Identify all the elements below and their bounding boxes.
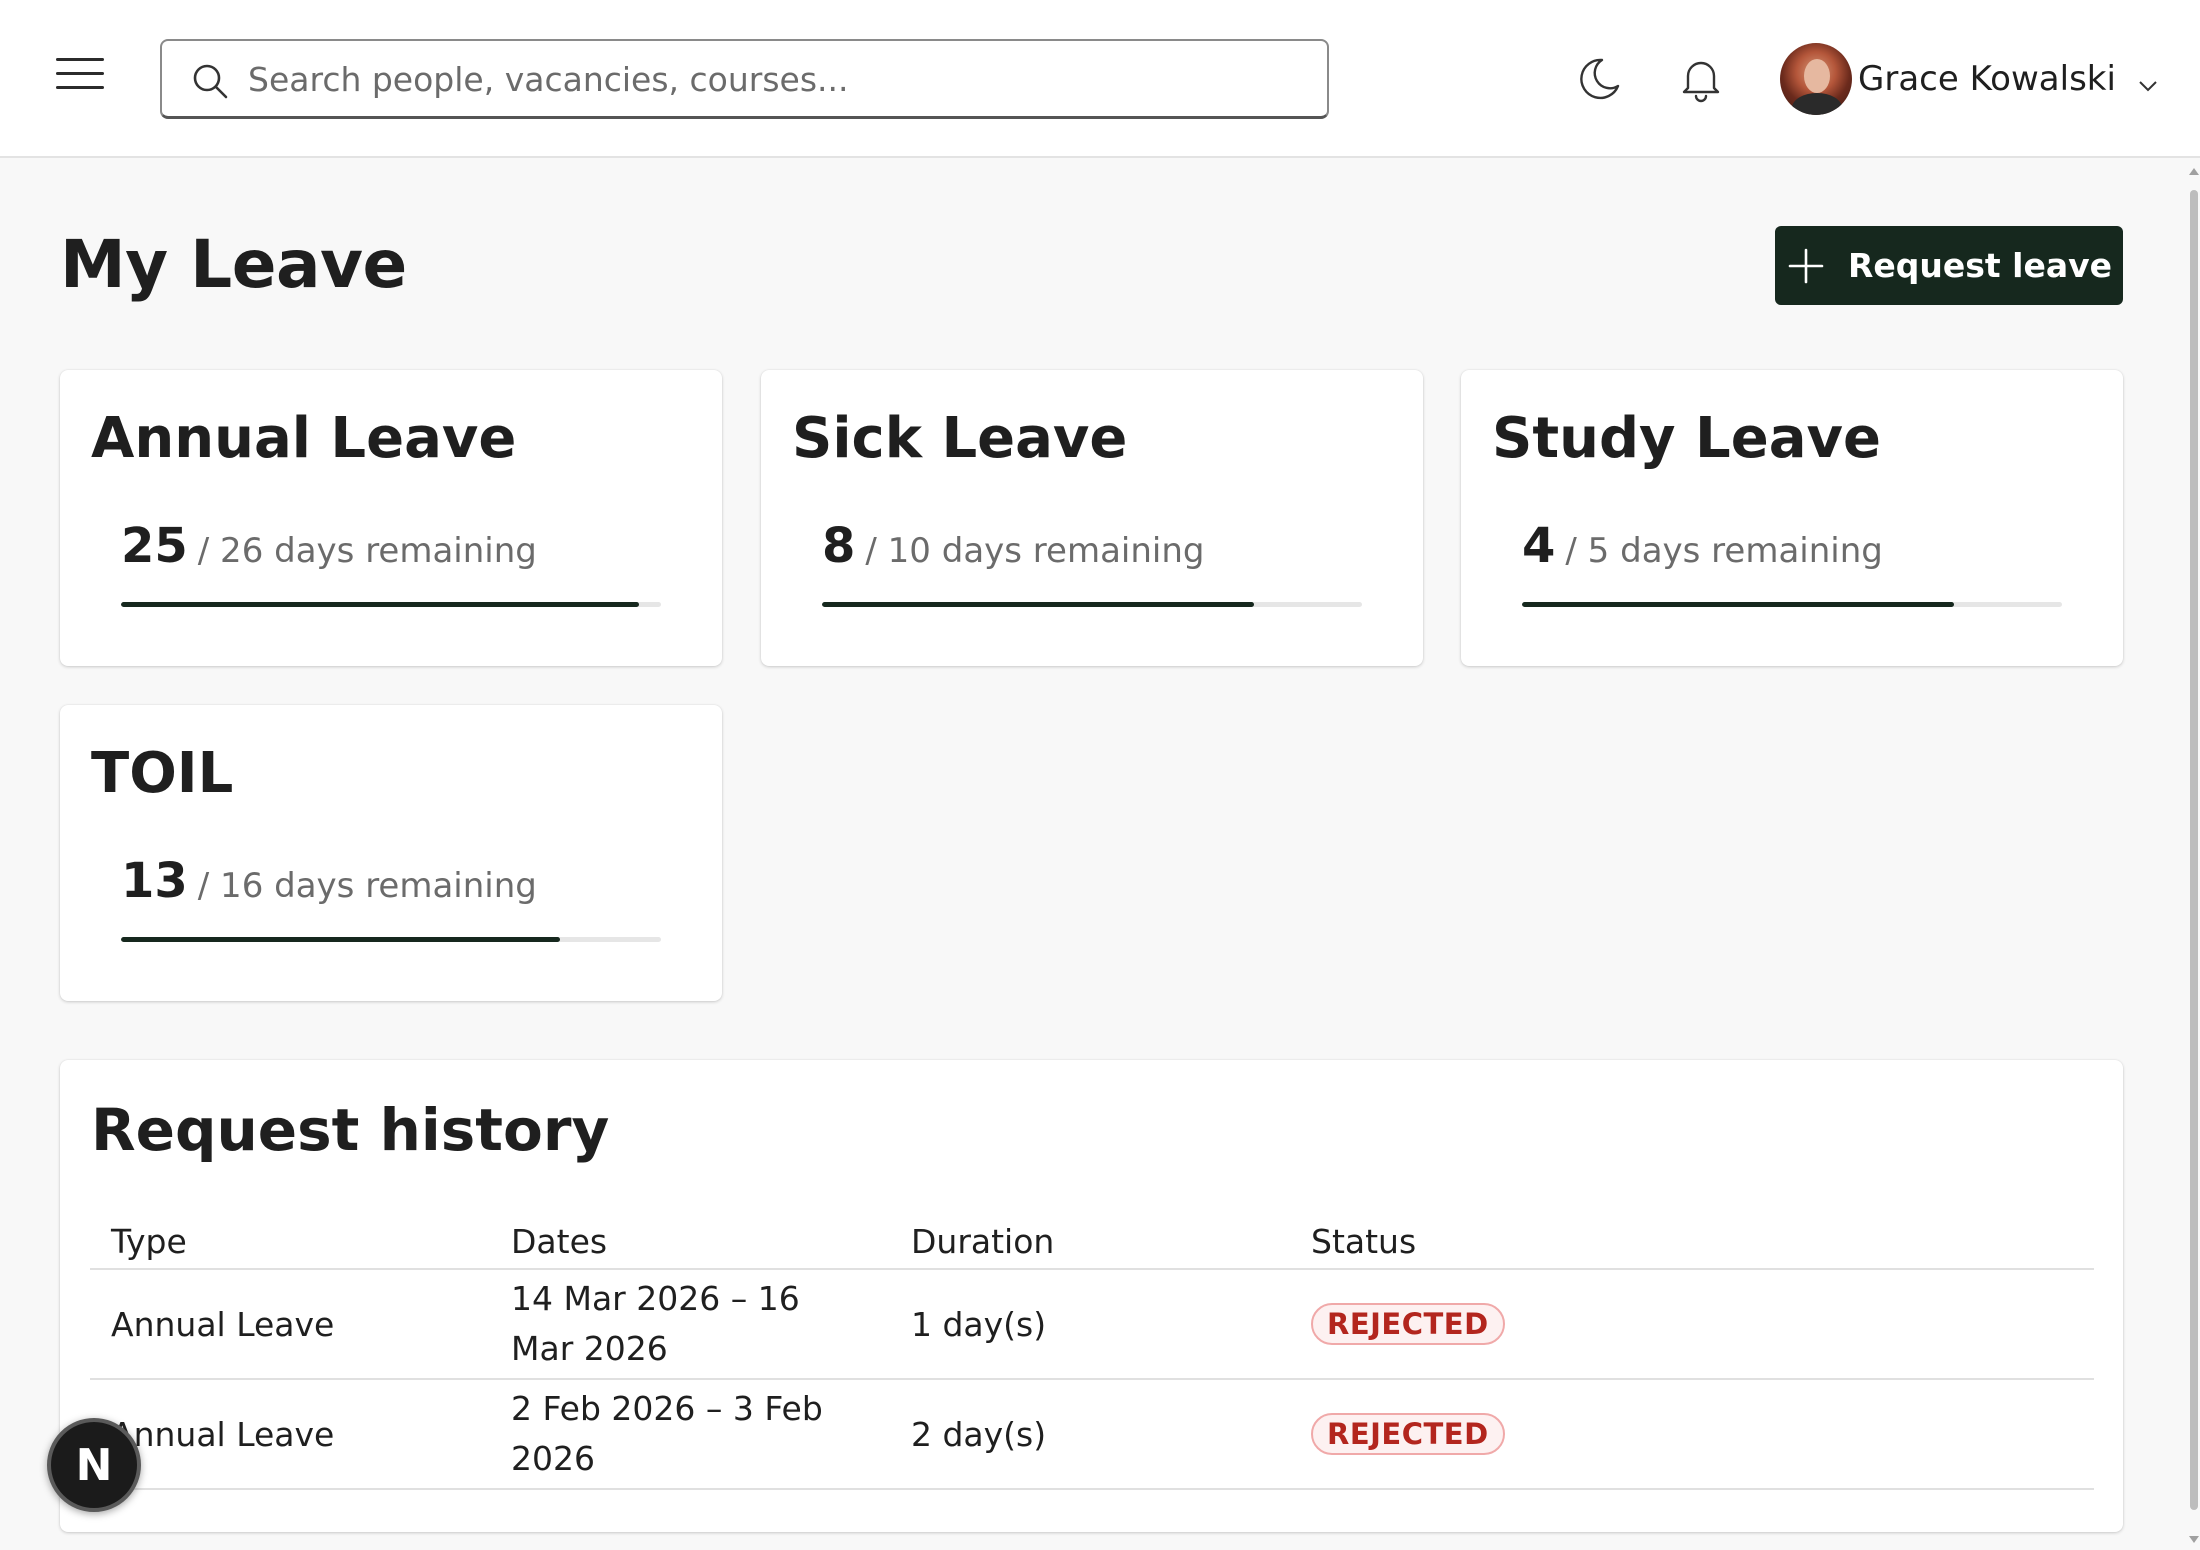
balance-progress-bar xyxy=(121,937,661,942)
page-title: My Leave xyxy=(60,226,407,303)
dark-mode-toggle[interactable] xyxy=(1572,52,1626,106)
request-history-table: Type Dates Duration Status Annual Leave … xyxy=(90,1214,2094,1490)
balance-card-sick: Sick Leave 8 / 10 days remaining xyxy=(761,370,1423,666)
days-remaining-total: / 5 days remaining xyxy=(1565,531,1883,571)
table-row[interactable]: Annual Leave 2 Feb 2026 – 3 Feb 2026 2 d… xyxy=(90,1380,2094,1490)
moon-icon xyxy=(1580,58,1620,100)
cell-dates: 2 Feb 2026 – 3 Feb 2026 xyxy=(511,1389,823,1478)
column-header-type: Type xyxy=(111,1221,187,1261)
days-remaining-total: / 10 days remaining xyxy=(865,531,1205,571)
search-input[interactable] xyxy=(246,51,1306,107)
page-scrollbar[interactable] xyxy=(2186,168,2200,1550)
status-badge: REJECTED xyxy=(1311,1303,1505,1345)
cell-duration: 2 day(s) xyxy=(911,1414,1047,1454)
column-header-dates: Dates xyxy=(511,1221,608,1261)
days-remaining-value: 13 xyxy=(121,853,188,909)
search-box[interactable] xyxy=(160,39,1329,119)
days-remaining-value: 8 xyxy=(822,518,856,574)
user-menu[interactable]: Grace Kowalski xyxy=(1780,42,2158,116)
request-history-title: Request history xyxy=(91,1096,610,1164)
balance-card-study: Study Leave 4 / 5 days remaining xyxy=(1461,370,2123,666)
table-row[interactable]: Annual Leave 14 Mar 2026 – 16 Mar 2026 1… xyxy=(90,1270,2094,1380)
floating-n-button[interactable]: N xyxy=(47,1418,141,1512)
balance-progress-bar xyxy=(121,602,661,607)
cell-dates: 14 Mar 2026 – 16 Mar 2026 xyxy=(511,1279,800,1368)
days-remaining: 13 / 16 days remaining xyxy=(121,853,537,909)
balance-progress-bar xyxy=(1522,602,2062,607)
request-history-panel: Request history Type Dates Duration Stat… xyxy=(60,1060,2123,1532)
days-remaining-total: / 26 days remaining xyxy=(197,531,537,571)
days-remaining-value: 4 xyxy=(1522,518,1556,574)
days-remaining: 4 / 5 days remaining xyxy=(1522,518,1883,574)
balance-card-annual: Annual Leave 25 / 26 days remaining xyxy=(60,370,722,666)
card-title: Sick Leave xyxy=(792,406,1128,471)
chevron-down-icon xyxy=(2139,81,2157,92)
column-header-duration: Duration xyxy=(911,1221,1055,1261)
card-title: Annual Leave xyxy=(91,406,517,471)
request-leave-button[interactable]: Request leave xyxy=(1775,226,2123,305)
card-title: TOIL xyxy=(91,741,234,806)
request-leave-label: Request leave xyxy=(1847,246,2113,285)
card-title: Study Leave xyxy=(1492,406,1881,471)
avatar xyxy=(1780,43,1852,115)
plus-icon xyxy=(1786,246,1826,286)
cell-status: REJECTED xyxy=(1290,1413,2094,1455)
cell-status: REJECTED xyxy=(1290,1303,2094,1345)
top-bar: Grace Kowalski xyxy=(0,0,2200,158)
status-badge: REJECTED xyxy=(1311,1413,1505,1455)
cell-type: Annual Leave xyxy=(111,1414,335,1454)
cell-duration: 1 day(s) xyxy=(911,1304,1047,1344)
search-icon xyxy=(193,64,228,99)
bell-icon xyxy=(1682,61,1720,103)
menu-icon[interactable] xyxy=(56,58,104,98)
column-header-status: Status xyxy=(1311,1221,1417,1261)
notifications-button[interactable] xyxy=(1674,52,1728,106)
days-remaining-value: 25 xyxy=(121,518,188,574)
balance-card-toil: TOIL 13 / 16 days remaining xyxy=(60,705,722,1001)
table-header: Type Dates Duration Status xyxy=(90,1214,2094,1270)
days-remaining-total: / 16 days remaining xyxy=(197,866,537,906)
user-name: Grace Kowalski xyxy=(1858,59,2116,99)
days-remaining: 25 / 26 days remaining xyxy=(121,518,537,574)
balance-progress-bar xyxy=(822,602,1362,607)
cell-type: Annual Leave xyxy=(111,1304,335,1344)
days-remaining: 8 / 10 days remaining xyxy=(822,518,1204,574)
